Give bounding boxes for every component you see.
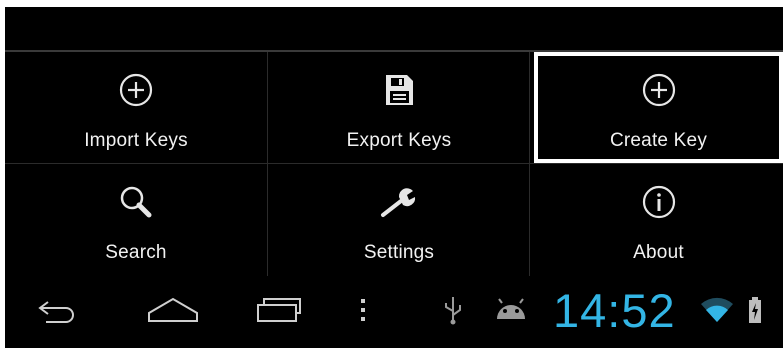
system-navigation-bar: 14:52	[5, 276, 783, 348]
menu-divider	[267, 52, 268, 276]
menu-item-label: Export Keys	[346, 130, 452, 151]
debug-status	[487, 276, 535, 348]
tablet-screen: Import Keys Export Keys Create Key Searc…	[5, 7, 783, 348]
menu-overflow-button[interactable]	[345, 276, 381, 348]
menu-item-about[interactable]: About	[534, 164, 783, 275]
floppy-disk-icon	[383, 72, 415, 108]
menu-item-export-keys[interactable]: Export Keys	[268, 52, 530, 163]
android-debug-icon	[493, 297, 529, 328]
menu-item-import-keys[interactable]: Import Keys	[5, 52, 267, 163]
plus-circle-icon	[641, 72, 677, 108]
menu-item-label: Create Key	[609, 130, 708, 151]
menu-item-label: Settings	[363, 242, 435, 263]
back-button[interactable]	[23, 276, 93, 348]
menu-item-search[interactable]: Search	[5, 164, 267, 275]
menu-divider	[5, 163, 783, 164]
menu-item-create-key[interactable]: Create Key	[534, 52, 783, 163]
wrench-icon	[379, 184, 419, 220]
menu-item-label: Import Keys	[84, 130, 188, 151]
action-bar	[5, 7, 783, 50]
usb-icon	[443, 295, 463, 330]
home-button[interactable]	[133, 276, 213, 348]
back-icon	[36, 296, 80, 329]
menu-item-label: About	[633, 242, 684, 263]
battery-charging-icon	[748, 296, 762, 329]
wifi-icon	[700, 296, 734, 329]
info-circle-icon	[641, 184, 677, 220]
recent-apps-icon	[254, 295, 302, 330]
menu-divider	[529, 52, 530, 276]
menu-overflow-icon	[359, 296, 367, 329]
magnifier-icon	[118, 184, 154, 220]
menu-item-label: Search	[105, 242, 167, 263]
usb-status	[435, 276, 471, 348]
status-clock: 14:52	[553, 284, 676, 337]
home-icon	[147, 295, 199, 330]
options-menu: Import Keys Export Keys Create Key Searc…	[5, 52, 783, 276]
wifi-status	[697, 276, 737, 348]
battery-status	[741, 276, 769, 348]
plus-circle-icon	[118, 72, 154, 108]
menu-item-settings[interactable]: Settings	[268, 164, 530, 275]
recent-apps-button[interactable]	[243, 276, 313, 348]
